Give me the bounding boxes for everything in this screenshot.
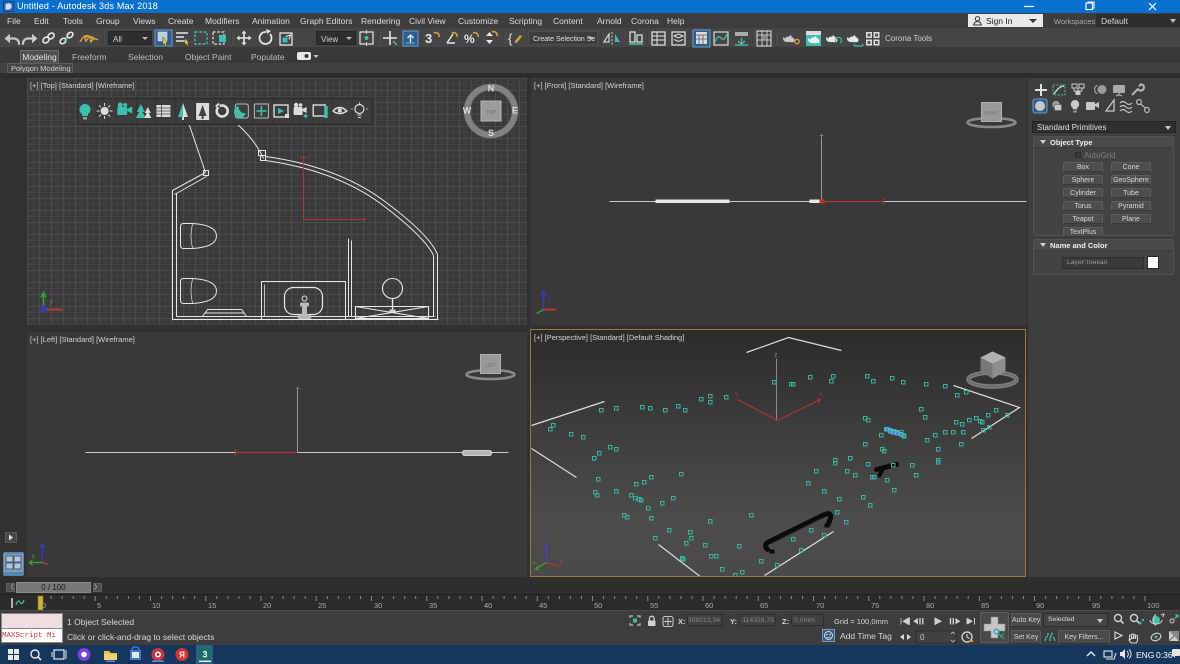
svg-text:45: 45 (539, 601, 547, 610)
svg-text:Я: Я (179, 651, 185, 660)
svg-text:65: 65 (760, 601, 768, 610)
svg-text:z: z (46, 551, 50, 558)
svg-text:FRONT: FRONT (984, 111, 999, 116)
svg-text:0: 0 (920, 633, 925, 642)
svg-text:0:36: 0:36 (1156, 650, 1173, 660)
svg-text:95: 95 (1092, 601, 1100, 610)
svg-text:ENG: ENG (1136, 650, 1154, 660)
svg-text:15: 15 (208, 601, 216, 610)
svg-text:z: z (548, 298, 552, 305)
svg-text:5: 5 (97, 601, 101, 610)
svg-text:55: 55 (650, 601, 658, 610)
svg-text:3: 3 (202, 650, 207, 660)
svg-text:LEFT: LEFT (485, 363, 496, 368)
svg-text:%: % (464, 32, 475, 46)
svg-text:50: 50 (594, 601, 602, 610)
svg-text:20: 20 (263, 601, 271, 610)
svg-text:X: X (819, 393, 823, 399)
svg-text:90: 90 (1036, 601, 1044, 610)
svg-text:W: W (463, 106, 472, 116)
svg-text:Y: Y (735, 393, 739, 399)
svg-text:80: 80 (926, 601, 934, 610)
svg-text:{: { (508, 31, 513, 46)
svg-text:40: 40 (484, 601, 492, 610)
svg-text:y: y (560, 559, 563, 565)
svg-text:75: 75 (871, 601, 879, 610)
svg-text:S: S (488, 128, 494, 138)
svg-text:x: x (533, 561, 536, 567)
svg-text:z: z (543, 539, 546, 545)
svg-text:E: E (512, 106, 518, 116)
svg-text:10: 10 (152, 601, 160, 610)
svg-text:3: 3 (425, 31, 432, 46)
svg-text:TOP: TOP (486, 110, 497, 116)
svg-text:60: 60 (705, 601, 713, 610)
svg-text:30: 30 (374, 601, 382, 610)
svg-text:85: 85 (981, 601, 989, 610)
svg-text:25: 25 (318, 601, 326, 610)
svg-text:100: 100 (1147, 601, 1160, 610)
svg-text:y: y (50, 299, 54, 306)
svg-text:z: z (775, 353, 778, 359)
svg-text:35: 35 (429, 601, 437, 610)
svg-text:x: x (32, 554, 36, 561)
svg-text:70: 70 (816, 601, 824, 610)
svg-text:N: N (488, 84, 495, 94)
